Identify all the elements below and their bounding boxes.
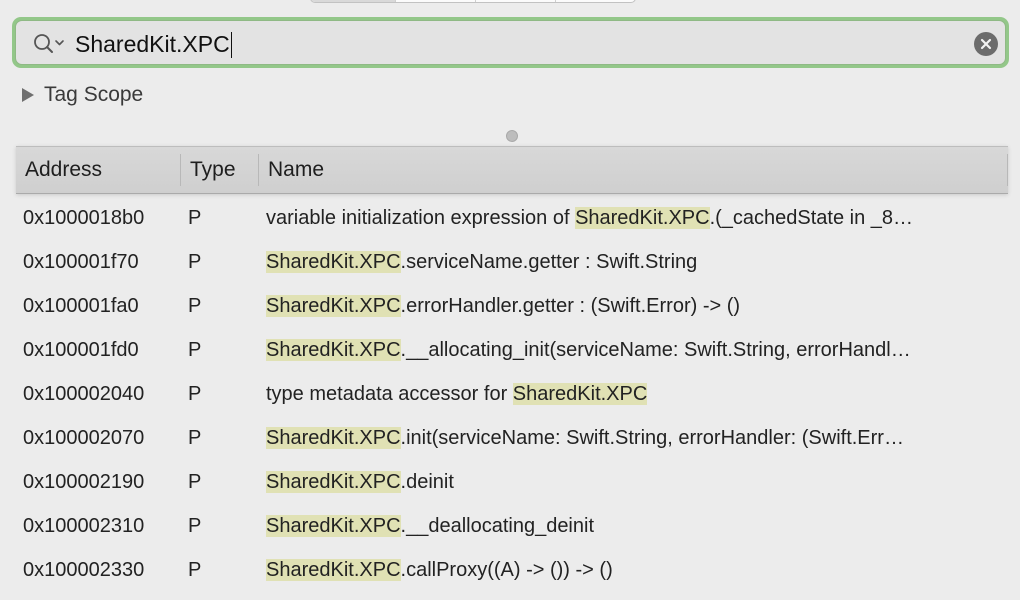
symbols-table: Address Type Name 0x1000018b0 P variable…: [16, 146, 1008, 600]
cell-type: P: [188, 558, 202, 581]
name-match-highlight: SharedKit.XPC: [266, 426, 401, 449]
name-prefix: type metadata accessor for: [266, 382, 513, 405]
cell-address: 0x100002310: [23, 514, 145, 537]
cell-type: P: [188, 382, 202, 405]
cell-type: P: [188, 470, 202, 493]
table-row[interactable]: 0x100001fd0 P SharedKit.XPC.__allocating…: [16, 328, 1008, 372]
cell-address: 0x100002070: [23, 426, 145, 449]
name-suffix: .serviceName.getter : Swift.String: [400, 250, 698, 273]
tag-scope-disclosure[interactable]: Tag Scope: [22, 82, 143, 108]
cell-name: SharedKit.XPC.__allocating_init(serviceN…: [259, 338, 999, 362]
table-row[interactable]: 0x100001f70 P SharedKit.XPC.serviceName.…: [16, 240, 1008, 284]
table-row[interactable]: 0x100001fa0 P SharedKit.XPC.errorHandler…: [16, 284, 1008, 328]
search-input-value: SharedKit.XPC: [75, 31, 230, 57]
cell-type: P: [188, 426, 202, 449]
name-match-highlight: SharedKit.XPC: [266, 558, 401, 581]
cell-type: P: [188, 206, 202, 229]
cell-name: SharedKit.XPC.init(serviceName: Swift.St…: [259, 426, 999, 450]
cell-address: 0x100002040: [23, 382, 145, 405]
table-header: Address Type Name: [16, 146, 1008, 194]
segmented-control[interactable]: [310, 0, 636, 3]
table-row[interactable]: 0x100002070 P SharedKit.XPC.init(service…: [16, 416, 1008, 460]
name-match-highlight: SharedKit.XPC: [512, 382, 648, 405]
search-field-inner[interactable]: SharedKit.XPC: [15, 20, 1006, 65]
cell-type: P: [188, 338, 202, 361]
cell-address: 0x100002190: [23, 470, 145, 493]
name-suffix: .callProxy((A) -> ()) -> (): [400, 558, 613, 581]
text-caret: [230, 31, 233, 58]
name-suffix: .deinit: [400, 470, 454, 493]
search-input[interactable]: SharedKit.XPC: [75, 31, 233, 58]
table-row[interactable]: 0x100002190 P SharedKit.XPC.deinit: [16, 460, 1008, 504]
name-match-highlight: SharedKit.XPC: [266, 338, 401, 361]
table-row[interactable]: 0x1000018b0 P variable initialization ex…: [16, 196, 1008, 240]
cell-name: SharedKit.XPC.deinit: [259, 470, 999, 494]
cell-address: 0x100002330: [23, 558, 145, 581]
segment-1[interactable]: [311, 0, 395, 2]
cell-address: 0x100001f70: [23, 250, 139, 273]
disclosure-triangle-icon[interactable]: [22, 88, 34, 102]
cell-name: SharedKit.XPC.serviceName.getter : Swift…: [259, 250, 999, 274]
tag-scope-label: Tag Scope: [44, 83, 144, 106]
name-match-highlight: SharedKit.XPC: [266, 294, 401, 317]
column-header-address[interactable]: Address: [16, 154, 181, 186]
cell-name: SharedKit.XPC.__deallocating_deinit: [259, 514, 999, 538]
cell-address: 0x1000018b0: [23, 206, 145, 229]
cell-type: P: [188, 250, 202, 273]
cell-name: type metadata accessor for SharedKit.XPC: [259, 382, 999, 406]
name-match-highlight: SharedKit.XPC: [266, 514, 401, 537]
segment-3[interactable]: [475, 0, 555, 2]
name-match-highlight: SharedKit.XPC: [575, 206, 710, 229]
name-match-highlight: SharedKit.XPC: [266, 250, 401, 273]
table-row[interactable]: 0x100002310 P SharedKit.XPC.__deallocati…: [16, 504, 1008, 548]
symbol-search-panel: SharedKit.XPC Tag Scope Address Type Nam…: [0, 0, 1020, 600]
search-field[interactable]: SharedKit.XPC: [12, 17, 1009, 68]
cell-type: P: [188, 294, 202, 317]
name-suffix: .(_cachedState in _8…: [709, 206, 914, 229]
name-suffix: .__allocating_init(serviceName: Swift.St…: [400, 338, 911, 361]
clear-search-icon[interactable]: [974, 32, 998, 56]
search-icon[interactable]: [32, 33, 72, 55]
name-match-highlight: SharedKit.XPC: [266, 470, 401, 493]
name-suffix: .errorHandler.getter : (Swift.Error) -> …: [400, 294, 741, 317]
cell-address: 0x100001fa0: [23, 294, 139, 317]
segment-2[interactable]: [395, 0, 475, 2]
splitter-handle[interactable]: [506, 130, 518, 142]
table-body: 0x1000018b0 P variable initialization ex…: [16, 194, 1008, 592]
cell-name: variable initialization expression of Sh…: [259, 206, 999, 230]
name-prefix: variable initialization expression of: [266, 206, 576, 229]
name-suffix: .__deallocating_deinit: [400, 514, 595, 537]
cell-address: 0x100001fd0: [23, 338, 139, 361]
column-header-name[interactable]: Name: [259, 154, 1008, 186]
segment-4[interactable]: [555, 0, 635, 2]
cell-name: SharedKit.XPC.errorHandler.getter : (Swi…: [259, 294, 999, 318]
table-row[interactable]: 0x100002040 P type metadata accessor for…: [16, 372, 1008, 416]
name-suffix: .init(serviceName: Swift.String, errorHa…: [400, 426, 904, 449]
cell-name: SharedKit.XPC.callProxy((A) -> ()) -> (): [259, 558, 999, 582]
cell-type: P: [188, 514, 202, 537]
table-row[interactable]: 0x100002330 P SharedKit.XPC.callProxy((A…: [16, 548, 1008, 592]
column-header-type[interactable]: Type: [181, 154, 259, 186]
